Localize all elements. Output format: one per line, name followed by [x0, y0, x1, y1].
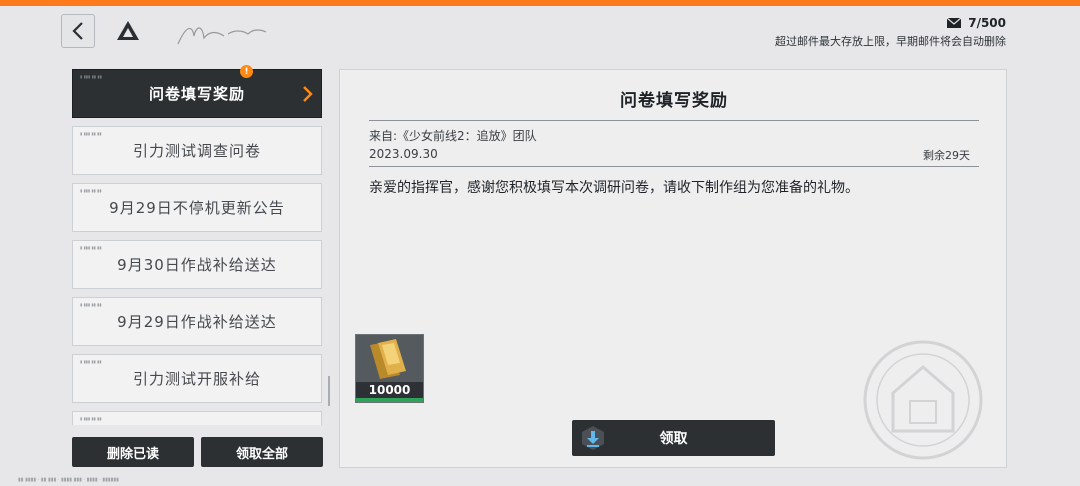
mail-item-gravity-survey[interactable]: ▮ ▮▮▮ ▮▮ ▮▮ 引力测试调查问卷	[72, 126, 322, 175]
claim-button[interactable]: 领取	[572, 420, 775, 456]
header: 7/500 超过邮件最大存放上限，早期邮件将会自动删除	[0, 6, 1080, 58]
mail-title: 问卷填写奖励	[620, 91, 728, 111]
gold-ingot-icon	[356, 335, 423, 385]
title-divider	[369, 120, 979, 121]
meta-divider	[369, 166, 979, 167]
chevron-right-icon	[303, 86, 313, 102]
storage-note: 超过邮件最大存放上限，早期邮件将会自动删除	[775, 35, 1006, 48]
mail-item-supply-0929[interactable]: ▮ ▮▮▮ ▮▮ ▮▮ 9月29日作战补给送达	[72, 297, 322, 346]
back-button[interactable]	[61, 14, 95, 48]
mail-item-label: 9月29日作战补给送达	[117, 313, 277, 331]
delete-read-label: 删除已读	[106, 446, 159, 462]
reward-rarity-bar	[356, 398, 423, 402]
mail-sender: 来自:《少女前线2：追放》团队	[369, 129, 537, 143]
mail-item-label: 引力测试调查问卷	[132, 142, 261, 160]
claim-all-button[interactable]: 领取全部	[201, 437, 323, 467]
envelope-icon	[947, 18, 962, 28]
mail-body: 亲爱的指挥官，感谢您积极填写本次调研问卷，请收下制作组为您准备的礼物。	[369, 180, 859, 196]
scrollbar[interactable]	[328, 376, 330, 406]
unread-badge: !	[240, 65, 253, 78]
signature-graphic	[177, 27, 267, 45]
triangle-logo-icon	[117, 21, 139, 40]
mail-item-label: 引力测试开服补给	[132, 370, 261, 388]
mail-expiry: 剩余29天	[923, 149, 970, 162]
mail-item-supply-0930[interactable]: ▮ ▮▮▮ ▮▮ ▮▮ 9月30日作战补给送达	[72, 240, 322, 289]
mail-item-launch-supply[interactable]: ▮ ▮▮▮ ▮▮ ▮▮ 引力测试开服补给	[72, 354, 322, 403]
mail-item-label: 问卷填写奖励	[148, 85, 245, 103]
chevron-left-icon	[72, 22, 83, 40]
mail-item-label: 9月29日不停机更新公告	[109, 199, 285, 217]
mail-item-partial[interactable]: ▮ ▮▮▮ ▮▮ ▮▮	[72, 411, 322, 425]
download-icon	[582, 426, 604, 450]
mail-item-survey-reward[interactable]: ▮ ▮▮▮ ▮▮ ▮▮ 问卷填写奖励	[72, 69, 322, 118]
claim-label: 领取	[659, 431, 688, 447]
watermark-stamp	[863, 340, 983, 460]
reward-item[interactable]: 10000	[355, 334, 424, 403]
footer-decoration: ▮▮ ▮▮▮▮ · ▮▮ ▮▮▮ · ▮▮▮▮ ▮▮▮ · ▮▮▮▮ · ▮▮▮…	[18, 477, 119, 483]
mail-item-label: 9月30日作战补给送达	[117, 256, 277, 274]
claim-all-label: 领取全部	[235, 446, 288, 462]
mail-item-update-notice[interactable]: ▮ ▮▮▮ ▮▮ ▮▮ 9月29日不停机更新公告	[72, 183, 322, 232]
reward-quantity: 10000	[356, 382, 423, 398]
mail-detail-panel: 问卷填写奖励 来自:《少女前线2：追放》团队 2023.09.30 剩余29天 …	[339, 69, 1007, 468]
mail-date: 2023.09.30	[369, 147, 438, 161]
mail-counter: 7/500	[947, 15, 1006, 31]
mail-count: 7/500	[968, 16, 1006, 30]
delete-read-button[interactable]: 删除已读	[72, 437, 194, 467]
mail-list: ▮ ▮▮▮ ▮▮ ▮▮ 问卷填写奖励 ▮ ▮▮▮ ▮▮ ▮▮ 引力测试调查问卷 …	[72, 69, 323, 425]
home-button[interactable]	[111, 14, 145, 48]
